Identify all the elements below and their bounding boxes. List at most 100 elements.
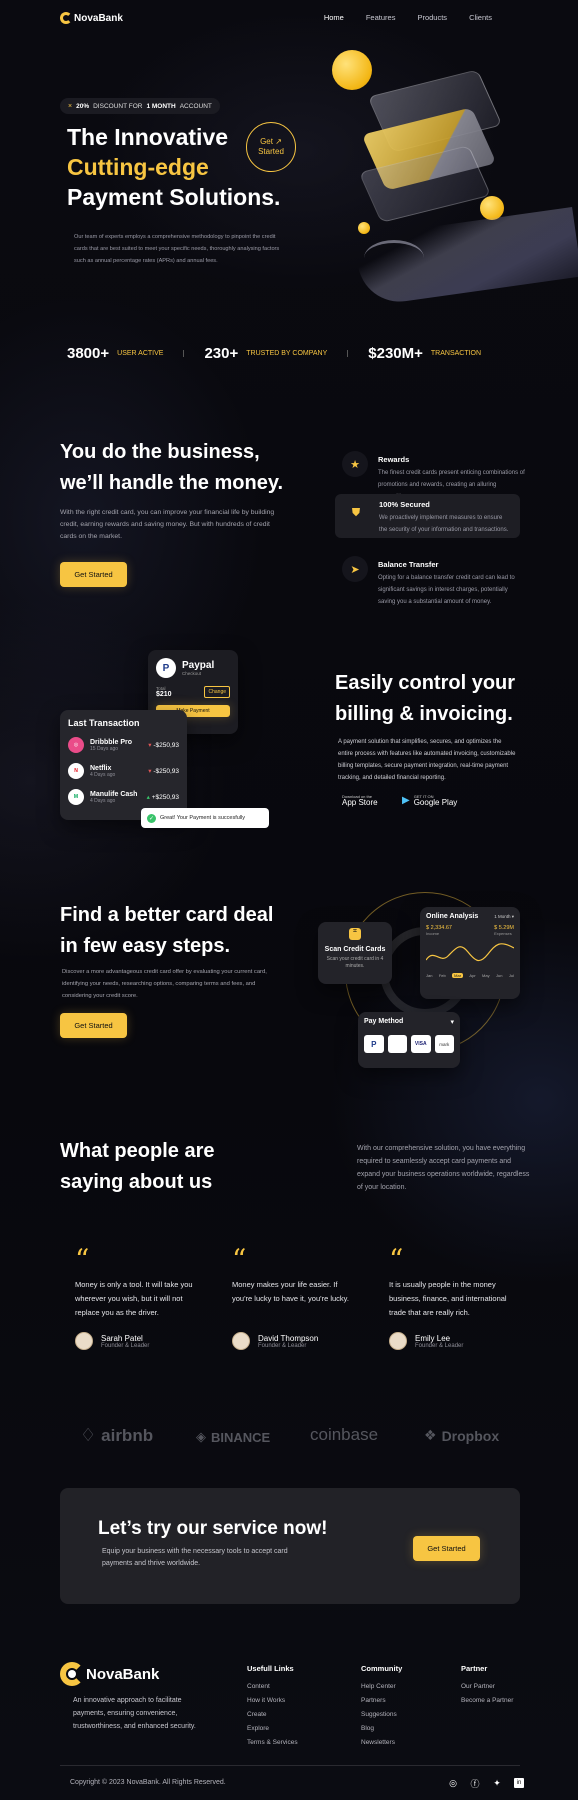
last-transaction-title: Last Transaction <box>68 718 140 728</box>
visa-icon[interactable]: VISA <box>411 1035 431 1053</box>
brand-binance: ◈ BINANCE <box>196 1429 270 1445</box>
testimonial-role: Founder & Leader <box>258 1342 307 1349</box>
badge-percent: 20% <box>76 102 90 110</box>
cta-description: Equip your business with the necessary t… <box>102 1548 288 1567</box>
testimonial-name: Emily Lee <box>415 1333 451 1343</box>
stat-label: USER ACTIVE <box>117 350 164 357</box>
steps-get-started-button[interactable]: Get Started <box>60 1013 127 1038</box>
footer-link[interactable]: Help Center <box>361 1683 402 1690</box>
paypal-name: Paypal <box>182 660 215 671</box>
brand-label: coinbase <box>310 1425 379 1444</box>
tx-date: 15 Days ago <box>90 745 119 752</box>
footer-link[interactable]: Suggestions <box>361 1711 402 1718</box>
billing-title-line-2: billing & invoicing. <box>335 703 513 725</box>
app-store-label: App Store <box>342 798 378 807</box>
instagram-icon[interactable]: ◎ <box>448 1778 458 1788</box>
stat-label: TRUSTED BY COMPANY <box>246 350 328 357</box>
check-icon: ✓ <box>147 813 156 823</box>
brand-dropbox: ❖ Dropbox <box>424 1427 499 1444</box>
month-label[interactable]: Apr <box>469 973 475 978</box>
testimonials-title: What people are saying about us <box>60 1136 214 1198</box>
business-get-started-button[interactable]: Get Started <box>60 562 127 587</box>
paypal-method-icon[interactable]: P <box>364 1035 384 1053</box>
billing-description: A payment solution that simplifies, secu… <box>338 739 516 781</box>
nav-link-home[interactable]: Home <box>324 13 344 22</box>
coin-small <box>358 222 370 234</box>
facebook-icon[interactable]: ⓕ <box>470 1778 480 1789</box>
payment-success-toast: ✓ Great! Your Payment is succesfully <box>141 808 269 828</box>
badge-text-end: ACCOUNT <box>179 102 212 110</box>
feature-title: Balance Transfer <box>378 560 439 569</box>
footer-link[interactable]: Blog <box>361 1725 402 1732</box>
twitter-icon[interactable]: ✦ <box>492 1778 502 1788</box>
copyright: Copyright © 2023 NovaBank. All Rights Re… <box>70 1779 226 1786</box>
pay-method-card: Pay Method ▾ P VISA mark <box>358 1012 460 1068</box>
netflix-icon: N <box>68 763 84 779</box>
tx-date: 4 Days ago <box>90 771 116 778</box>
brand-label: BINANCE <box>211 1429 271 1445</box>
footer-link[interactable]: Partners <box>361 1697 402 1704</box>
change-button[interactable]: Change <box>204 686 230 698</box>
footer-link[interactable]: Content <box>247 1683 298 1690</box>
tx-date: 4 Days ago <box>90 797 116 804</box>
hero-cta-line-2: Started <box>258 147 284 156</box>
cta-get-started-button[interactable]: Get Started <box>413 1536 480 1561</box>
send-icon: ➤ <box>342 556 368 582</box>
month-label[interactable]: Jan <box>426 973 432 978</box>
linkedin-icon[interactable]: in <box>514 1778 524 1788</box>
mark-icon[interactable]: mark <box>434 1035 454 1053</box>
quote-icon: “ <box>75 1243 90 1276</box>
scan-sub: Scan your credit card in 4 minutes. <box>326 956 384 969</box>
google-play-button[interactable]: ▶ GET IT ON Google Play <box>402 794 457 807</box>
hero-get-started-button[interactable]: Get ↗ Started <box>246 122 296 172</box>
footer-link[interactable]: Become a Partner <box>461 1697 513 1704</box>
transaction-row[interactable]: M Manulife Cash 4 Days ago ▴ +$250,93 <box>68 784 179 810</box>
footer-logo[interactable]: NovaBank <box>60 1662 159 1686</box>
toast-text: Great! Your Payment is succesfully <box>160 815 245 821</box>
footer-link[interactable]: Newsletters <box>361 1739 402 1746</box>
brand-label: airbnb <box>101 1425 154 1445</box>
brand-logo[interactable]: NovaBank <box>60 12 123 24</box>
steps-title-line-1: Find a better card deal <box>60 904 274 926</box>
month-label[interactable]: Jul <box>509 973 514 978</box>
scan-credit-cards-card: ⌗ Scan Credit Cards Scan your credit car… <box>318 922 392 984</box>
chevron-down-icon: ▾ <box>450 1019 454 1026</box>
month-label[interactable]: May <box>482 973 490 978</box>
tx-amount: ▾ -$250,93 <box>148 741 179 749</box>
transaction-row[interactable]: N Netflix 4 Days ago ▾ -$250,93 <box>68 758 179 784</box>
app-store-button[interactable]: Download on the App Store <box>338 794 378 807</box>
binance-icon: ◈ <box>196 1429 206 1444</box>
stat-companies: 230+ TRUSTED BY COMPANY <box>204 345 327 362</box>
billing-title-line-1: Easily control your <box>335 672 516 694</box>
stats-bar: 3800+ USER ACTIVE 230+ TRUSTED BY COMPAN… <box>67 345 527 362</box>
footer-link[interactable]: How it Works <box>247 1697 298 1704</box>
star-icon: ★ <box>342 451 368 477</box>
footer-col-community: Community Help Center Partners Suggestio… <box>361 1664 402 1753</box>
apple-pay-icon[interactable] <box>387 1035 407 1053</box>
nav-link-features[interactable]: Features <box>366 13 396 22</box>
tx-name: Dribbble Pro <box>90 738 133 746</box>
nav-link-clients[interactable]: Clients <box>469 13 492 22</box>
hero-title-line-3: Payment Solutions. <box>67 184 281 210</box>
month-label[interactable]: Jun <box>496 973 502 978</box>
testimonial-card: “ Money is only a tool. It will take you… <box>75 1243 193 1350</box>
footer-link[interactable]: Terms & Services <box>247 1739 298 1746</box>
nav-links: Home Features Products Clients <box>324 13 492 22</box>
transaction-row[interactable]: ◎ Dribbble Pro 15 Days ago ▾ -$250,93 <box>68 732 179 758</box>
paypal-sub: Checkout <box>182 671 202 676</box>
billing-title: Easily control your billing & invoicing. <box>335 668 515 730</box>
top-nav: NovaBank Home Features Products Clients <box>0 0 578 36</box>
footer-link[interactable]: Create <box>247 1711 298 1718</box>
month-label[interactable]: Feb <box>439 973 446 978</box>
footer-link[interactable]: Our Partner <box>461 1683 513 1690</box>
testimonial-card: “ Money makes your life easier. If you'r… <box>232 1246 350 1350</box>
footer-link[interactable]: Explore <box>247 1725 298 1732</box>
analysis-line-chart <box>425 943 515 962</box>
feature-title: Rewards <box>378 455 410 464</box>
dribbble-icon: ◎ <box>68 737 84 753</box>
stat-transactions: $230M+ TRANSACTION <box>368 345 481 362</box>
testimonial-card: “ It is usually people in the money busi… <box>389 1246 507 1350</box>
period-select[interactable]: 1 Month ▾ <box>494 914 514 920</box>
month-label[interactable]: Mar <box>452 973 464 978</box>
nav-link-products[interactable]: Products <box>417 13 447 22</box>
